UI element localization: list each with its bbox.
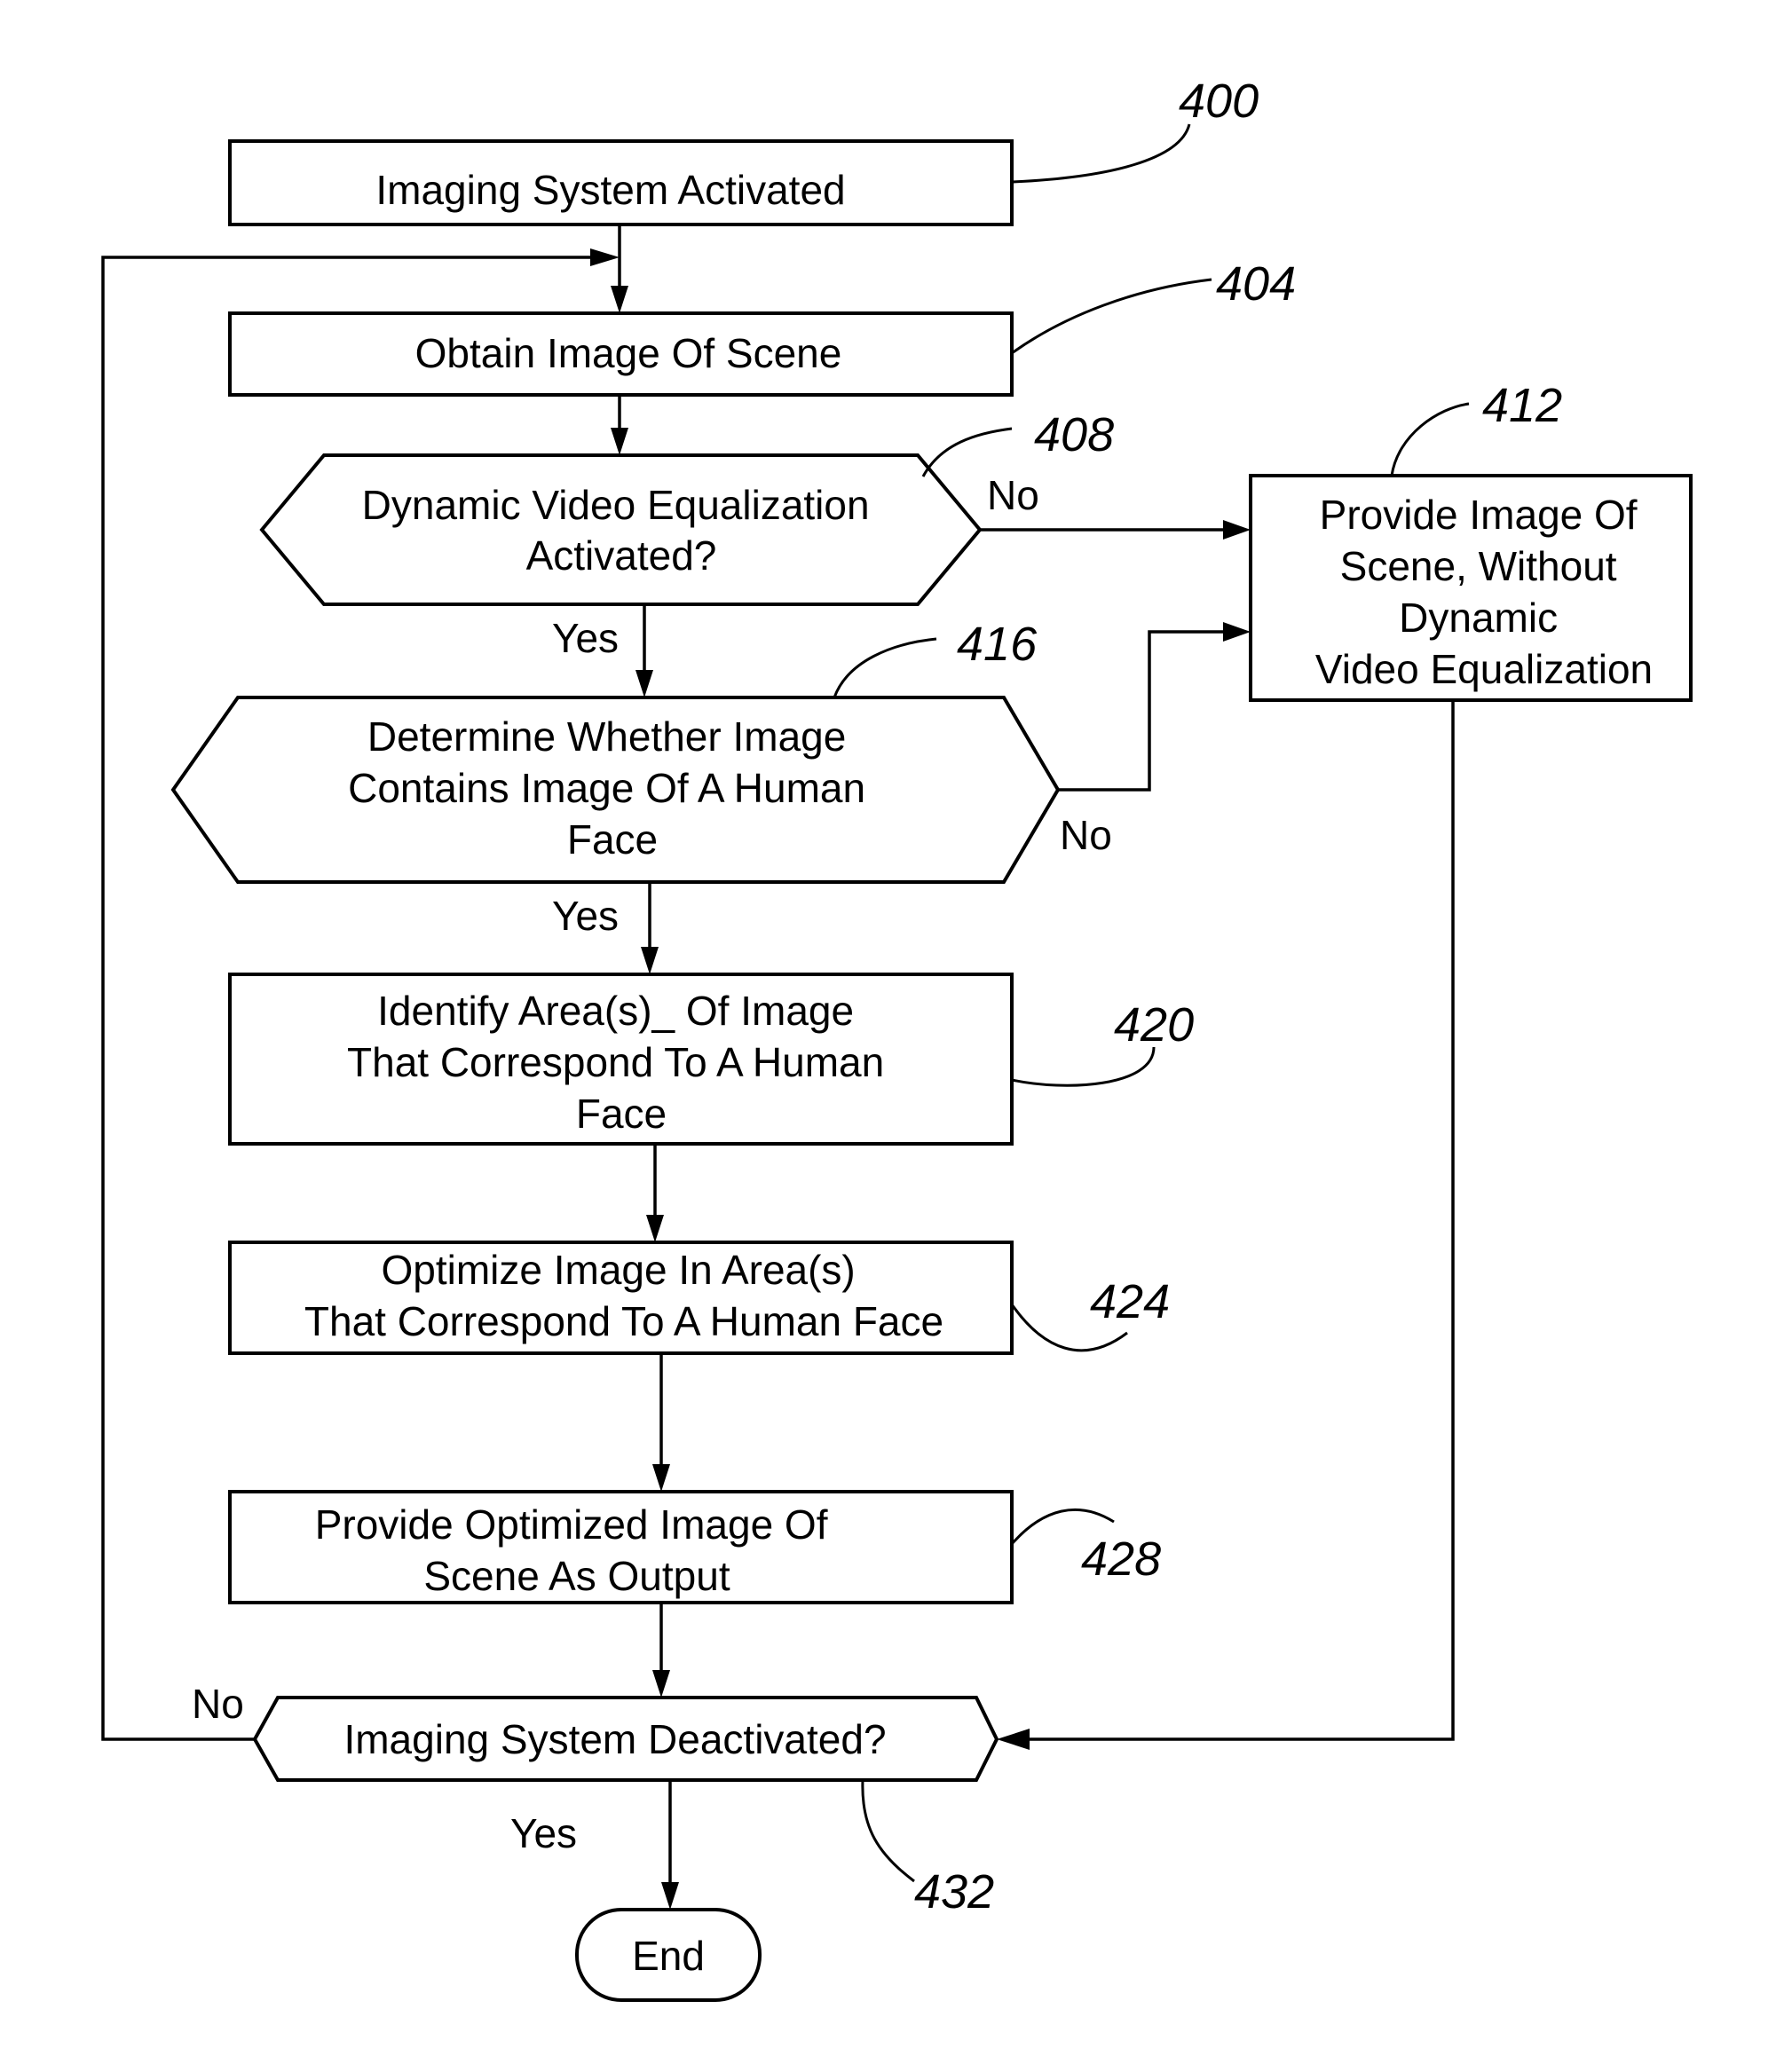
ref-404-leader — [1011, 278, 1212, 355]
arrowhead — [997, 1729, 1030, 1750]
step-400-line: Imaging System Activated — [375, 167, 845, 213]
step-412-line: Video Equalization — [1315, 646, 1653, 692]
step-420-line: Identify Area(s)_ Of Image — [377, 988, 854, 1034]
arrowhead — [641, 947, 659, 974]
step-408-line: Activated? — [526, 532, 717, 579]
ref-424-label: 424 — [1090, 1275, 1170, 1328]
ref-412-leader — [1390, 402, 1470, 477]
step-424-line: That Correspond To A Human Face — [304, 1298, 943, 1344]
step-428-line: Scene As Output — [423, 1553, 730, 1599]
arrowhead — [652, 1464, 670, 1492]
end-line: End — [632, 1933, 705, 1979]
flowchart: Imaging System Activated Obtain Image Of… — [101, 75, 1693, 2002]
ref-404-label: 404 — [1216, 257, 1296, 311]
ref-432-leader — [861, 1779, 915, 1883]
edge-408-no-label: No — [987, 472, 1039, 518]
step-412-line: Provide Image Of — [1320, 492, 1638, 538]
step-400-text: Imaging System Activated — [375, 167, 845, 213]
arrowhead — [1223, 622, 1251, 642]
arrowhead — [652, 1670, 670, 1698]
step-420-line: That Correspond To A Human — [347, 1039, 884, 1085]
ref-412-label: 412 — [1482, 379, 1562, 432]
step-424-line: Optimize Image In Area(s) — [381, 1247, 855, 1293]
ref-432-label: 432 — [914, 1865, 994, 1918]
arrowhead — [611, 428, 628, 455]
edge-408-yes-label: Yes — [552, 615, 619, 661]
end-text: End — [632, 1933, 705, 1979]
arrowhead — [611, 286, 628, 313]
step-420-line: Face — [576, 1091, 667, 1137]
edge-416-no-label: No — [1060, 812, 1112, 858]
arrowhead — [646, 1215, 664, 1242]
step-408-line: Dynamic Video Equalization — [362, 482, 870, 528]
step-432-text: Imaging System Deactivated? — [343, 1716, 886, 1762]
ref-400-label: 400 — [1179, 75, 1259, 128]
arrowhead — [661, 1882, 679, 1910]
ref-400-leader — [1011, 123, 1191, 184]
step-412-line: Scene, Without — [1340, 543, 1617, 589]
step-404-text: Obtain Image Of Scene — [415, 330, 842, 376]
ref-428-label: 428 — [1081, 1532, 1161, 1586]
step-416-line: Contains Image Of A Human — [348, 765, 865, 811]
ref-408-leader — [921, 427, 1013, 477]
arrowhead — [635, 670, 653, 697]
edge-432-yes-label: Yes — [510, 1810, 577, 1856]
arrowhead — [1223, 520, 1251, 540]
ref-420-leader — [1011, 1046, 1156, 1087]
step-408-decision — [259, 453, 983, 606]
step-412-line: Dynamic — [1399, 595, 1558, 641]
edge-432-no-label: No — [192, 1681, 244, 1727]
step-428-line: Provide Optimized Image Of — [315, 1501, 828, 1548]
edge-416-no — [1058, 630, 1235, 792]
ref-408-label: 408 — [1034, 408, 1114, 461]
ref-416-label: 416 — [957, 618, 1038, 671]
ref-416-leader — [833, 637, 937, 698]
arrowhead — [590, 248, 620, 266]
step-404-line: Obtain Image Of Scene — [415, 330, 842, 376]
edge-416-yes-label: Yes — [552, 893, 619, 939]
step-416-line: Face — [567, 816, 658, 863]
step-432-line: Imaging System Deactivated? — [343, 1716, 886, 1762]
step-416-line: Determine Whether Image — [367, 713, 846, 760]
ref-420-label: 420 — [1114, 998, 1194, 1052]
